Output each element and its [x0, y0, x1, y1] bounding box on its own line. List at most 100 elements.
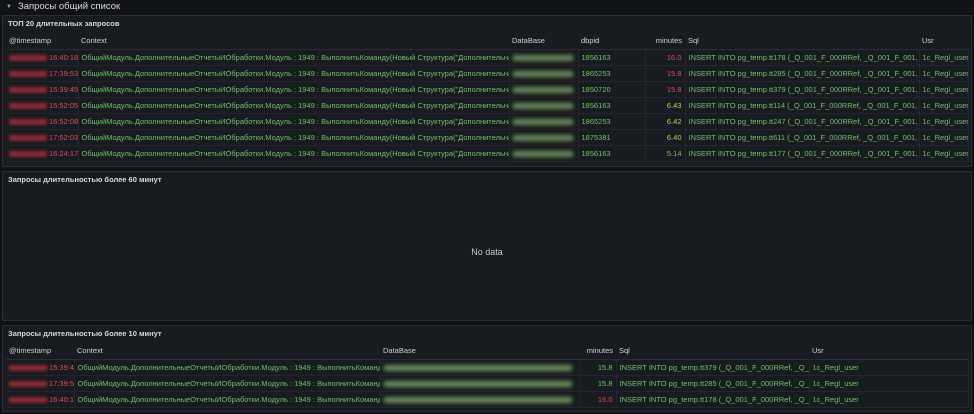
context-cell: ОбщийМодуль.ДополнительныеОтчетыИОбработ… — [78, 145, 510, 162]
sql-cell: INSERT INTO pg_temp.tt114 (_Q_001_F_000R… — [685, 97, 920, 114]
minutes-cell: 15.8 — [645, 81, 686, 98]
timestamp-cell: 15:52:05 — [6, 97, 79, 114]
sql-cell: INSERT INTO pg_temp.tt611 (_Q_001_F_000R… — [685, 129, 920, 146]
redacted-date — [9, 54, 47, 61]
timestamp-cell-text: 15:39:45 — [49, 362, 74, 372]
timestamp-cell-text: 16:40:18 — [49, 394, 74, 404]
sql-cell: INSERT INTO pg_temp.tt285 (_Q_001_F_000R… — [616, 375, 810, 392]
database-cell — [380, 391, 581, 408]
redacted-database — [512, 102, 573, 109]
sql-cell-text: INSERT INTO pg_temp.tt285 (_Q_001_F_000R… — [688, 68, 919, 78]
sql-cell-text: INSERT INTO pg_temp.tt114 (_Q_001_F_000R… — [688, 100, 919, 110]
table-row[interactable]: 16:40:18ОбщийМодуль.ДополнительныеОтчеты… — [6, 391, 969, 408]
table-row[interactable]: 17:39:53ОбщийМодуль.ДополнительныеОтчеты… — [6, 65, 969, 82]
column-header[interactable]: Usr — [919, 33, 968, 50]
redacted-database — [512, 86, 573, 93]
minutes-cell-text: 15.8 — [666, 68, 682, 78]
sql-cell: INSERT INTO pg_temp.tt379 (_Q_001_F_000R… — [616, 359, 810, 376]
database-cell — [509, 65, 579, 82]
context-cell-text: ОбщийМодуль.ДополнительныеОтчетыИОбработ… — [81, 84, 509, 94]
column-header[interactable]: Usr — [809, 343, 968, 360]
context-cell: ОбщийМодуль.ДополнительныеОтчетыИОбработ… — [78, 49, 510, 66]
header-row: @timestamp Context DataBase dbpid minutes Sql… — [6, 33, 968, 50]
timestamp-cell: 15:39:45 — [6, 81, 79, 98]
redacted-date — [9, 70, 47, 77]
sql-cell-text: INSERT INTO pg_temp.tt611 (_Q_001_F_000R… — [688, 132, 919, 142]
sql-cell: INSERT INTO pg_temp.tt247 (_Q_001_F_000R… — [685, 113, 920, 130]
table-row[interactable]: 17:39:53ОбщийМодуль.ДополнительныеОтчеты… — [6, 375, 969, 392]
timestamp-cell: 17:39:53 — [6, 375, 75, 392]
context-cell: ОбщийМодуль.ДополнительныеОтчетыИОбработ… — [74, 391, 381, 408]
context-cell: ОбщийМодуль.ДополнительныеОтчетыИОбработ… — [78, 113, 510, 130]
redacted-date — [9, 380, 47, 387]
column-header[interactable]: @timestamp — [6, 33, 78, 50]
column-header[interactable]: Context — [78, 33, 509, 50]
usr-cell-text: 1c_Regl_user — [922, 84, 968, 94]
minutes-cell: 6.40 — [645, 129, 686, 146]
database-cell — [509, 113, 579, 130]
dbpid-cell: 1856163 — [578, 97, 646, 114]
no-data-message: No data — [471, 247, 503, 257]
usr-cell: 1c_Regl_user — [919, 113, 969, 130]
sql-cell-text: INSERT INTO pg_temp.tt177 (_Q_001_F_000R… — [688, 148, 919, 158]
sql-cell-text: INSERT INTO pg_temp.tt379 (_Q_001_F_000R… — [619, 362, 809, 372]
redacted-date — [9, 118, 47, 125]
table-row[interactable]: 16:52:08 ОбщийМодуль.ДополнительныеОтчеты… — [6, 113, 969, 130]
panel-title: ТОП 20 длительных запросов — [8, 19, 120, 28]
dbpid-cell: 1856163 — [578, 145, 646, 162]
context-cell: ОбщийМодуль.ДополнительныеОтчетыИОбработ… — [78, 97, 510, 114]
table-row[interactable]: 15:52:05 ОбщийМодуль.ДополнительныеОтчеты… — [6, 97, 969, 114]
header-row: @timestamp Context DataBase minutes Sql Usr — [6, 343, 968, 360]
column-header[interactable]: Sql — [685, 33, 919, 50]
panel-over-60: Запросы длительностью более 60 минут No … — [2, 171, 972, 321]
redacted-date — [9, 150, 47, 157]
timestamp-cell-text: 16:40:18 — [49, 52, 78, 62]
sql-cell-text: INSERT INTO pg_temp.tt379 (_Q_001_F_000R… — [688, 84, 919, 94]
usr-cell-text: 1c_Regl_user — [922, 132, 968, 142]
context-cell-text: ОбщийМодуль.ДополнительныеОтчетыИОбработ… — [81, 132, 509, 142]
table-row[interactable]: 17:52:03 ОбщийМодуль.ДополнительныеОтчеты… — [6, 129, 969, 146]
sql-cell: INSERT INTO pg_temp.tt178 (_Q_001_F_000R… — [685, 49, 920, 66]
column-header[interactable]: dbpid — [578, 33, 645, 50]
column-header[interactable]: DataBase — [509, 33, 578, 50]
panel-over-10: Запросы длительностью более 10 минут @ti… — [2, 325, 972, 412]
redacted-date — [9, 102, 47, 109]
column-header[interactable]: Sql — [616, 343, 809, 360]
dbpid-cell-text: 1865253 — [581, 68, 611, 78]
chevron-down-icon[interactable]: ▼ — [6, 4, 12, 10]
column-header[interactable]: DataBase — [380, 343, 580, 360]
usr-cell: 1c_Regl_user — [809, 375, 969, 392]
sql-cell-text: INSERT INTO pg_temp.tt285 (_Q_001_F_000R… — [619, 378, 809, 388]
context-cell-text: ОбщийМодуль.ДополнительныеОтчетыИОбработ… — [77, 378, 380, 388]
dbpid-cell-text: 1865253 — [581, 116, 611, 126]
usr-cell-text: 1c_Regl_user — [922, 68, 968, 78]
context-cell: ОбщийМодуль.ДополнительныеОтчетыИОбработ… — [74, 359, 381, 376]
context-cell: ОбщийМодуль.ДополнительныеОтчетыИОбработ… — [74, 375, 381, 392]
timestamp-cell-text: 16:52:08 — [49, 116, 78, 126]
usr-cell-text: 1c_Regl_user — [922, 52, 968, 62]
row-header[interactable]: ▼ Запросы общий список — [6, 0, 120, 13]
database-cell — [509, 145, 579, 162]
redacted-database — [512, 70, 573, 77]
dbpid-cell: 1875381 — [578, 129, 646, 146]
column-header[interactable]: minutes — [580, 343, 616, 360]
dbpid-cell-text: 1875381 — [581, 132, 611, 142]
timestamp-cell-text: 17:39:53 — [49, 378, 74, 388]
sql-cell: INSERT INTO pg_temp.tt177 (_Q_001_F_000R… — [685, 145, 920, 162]
redacted-database — [383, 396, 572, 403]
table-row[interactable]: 16:24:17 ОбщийМодуль.ДополнительныеОтчеты… — [6, 145, 969, 162]
redacted-database — [383, 364, 572, 371]
column-header[interactable]: @timestamp — [6, 343, 74, 360]
table-row[interactable]: 15:39:45ОбщийМодуль.ДополнительныеОтчеты… — [6, 81, 969, 98]
minutes-cell-text: 16.0 — [666, 52, 682, 62]
column-header[interactable]: minutes — [645, 33, 685, 50]
minutes-cell-text: 15.8 — [666, 84, 682, 94]
panel-title: Запросы длительностью более 60 минут — [8, 175, 162, 184]
table-row[interactable]: 16:40:18ОбщийМодуль.ДополнительныеОтчеты… — [6, 49, 969, 66]
timestamp-cell: 16:40:18 — [6, 49, 79, 66]
context-cell-text: ОбщийМодуль.ДополнительныеОтчетыИОбработ… — [77, 362, 380, 372]
table-row[interactable]: 15:39:45ОбщийМодуль.ДополнительныеОтчеты… — [6, 359, 969, 376]
context-cell-text: ОбщийМодуль.ДополнительныеОтчетыИОбработ… — [81, 52, 509, 62]
timestamp-cell: 17:39:53 — [6, 65, 79, 82]
column-header[interactable]: Context — [74, 343, 380, 360]
